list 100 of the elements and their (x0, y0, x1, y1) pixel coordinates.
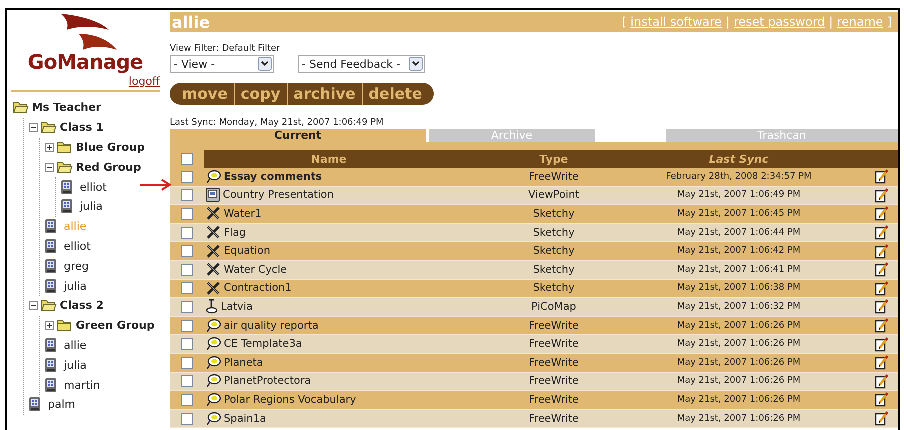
table-row[interactable]: Equation Sketchy May 21st, 2007 1:06:42 PM (170, 242, 898, 261)
column-header[interactable]: Type (540, 152, 568, 166)
expand-toggle[interactable] (45, 321, 54, 330)
edit-icon[interactable] (875, 374, 890, 389)
tab[interactable]: Current (170, 129, 426, 142)
edit-icon[interactable] (875, 262, 890, 278)
collapse-toggle[interactable] (29, 301, 38, 310)
file-name[interactable]: Latvia (221, 300, 253, 313)
checkbox[interactable] (181, 264, 193, 276)
table-row[interactable]: Planeta FreeWrite May 21st, 2007 1:06:26 PM (170, 354, 898, 373)
tree-label[interactable]: allie (64, 338, 87, 352)
action-button[interactable]: move (176, 83, 234, 105)
speech-bubble-icon (206, 374, 221, 388)
edit-icon[interactable] (875, 355, 890, 370)
collapse-toggle[interactable] (45, 162, 54, 172)
dropdown[interactable]: - Send Feedback - (298, 55, 425, 73)
edit-icon[interactable] (875, 336, 890, 352)
tree-label[interactable]: Green Group (76, 319, 155, 332)
folder-icon (57, 140, 73, 154)
checkbox[interactable] (181, 338, 193, 350)
table-row[interactable]: Flag Sketchy May 21st, 2007 1:06:44 PM (170, 224, 898, 242)
file-name[interactable]: Flag (224, 226, 246, 239)
column-header[interactable]: Name (311, 152, 347, 166)
dropdown[interactable]: - View - (170, 55, 274, 73)
collapse-toggle[interactable] (29, 123, 38, 132)
table-row[interactable]: PlanetProtectora FreeWrite May 21st, 2007 1:06:26 PM (170, 372, 898, 392)
file-name[interactable]: Water Cycle (224, 264, 288, 276)
file-name[interactable]: CE Template3a (224, 338, 302, 350)
tree-label[interactable]: julia (80, 200, 103, 214)
checkbox[interactable] (181, 170, 193, 183)
sync-date: May 21st, 2007 1:06:38 PM (677, 283, 801, 294)
tree-label[interactable]: julia (64, 358, 87, 372)
edit-icon[interactable] (875, 392, 890, 408)
checkbox[interactable] (181, 189, 193, 202)
checkbox[interactable] (181, 412, 193, 425)
table-row[interactable]: CE Template3a FreeWrite May 21st, 2007 1:06:26 PM (170, 335, 898, 354)
checkbox[interactable] (181, 282, 193, 294)
tree-label[interactable]: Blue Group (76, 140, 145, 154)
file-type: Sketchy (533, 208, 575, 220)
edit-icon[interactable] (875, 225, 890, 240)
table-row[interactable]: Water Cycle Sketchy May 21st, 2007 1:06:41 PM (170, 260, 898, 280)
table-row[interactable]: Latvia PiCoMap May 21st, 2007 1:06:32 PM (170, 298, 898, 317)
tree-label[interactable]: greg (64, 260, 90, 273)
tree-label[interactable]: palm (48, 398, 76, 412)
file-name[interactable]: Water1 (224, 208, 262, 220)
action-button[interactable]: archive (286, 83, 362, 105)
checkbox[interactable] (181, 226, 193, 239)
table-row[interactable]: Essay comments FreeWrite February 28th, 2008 2:34:57 PM (170, 168, 898, 187)
file-name[interactable]: PlanetProtectora (224, 375, 312, 388)
expand-toggle[interactable] (45, 142, 54, 152)
file-name[interactable]: Polar Regions Vocabulary (224, 394, 356, 406)
tree-label[interactable]: elliot (80, 180, 107, 194)
logoff-link[interactable]: logoff (128, 75, 160, 88)
table-row[interactable]: Polar Regions Vocabulary FreeWrite May 21st, 2007 1:06:26 PM (170, 391, 898, 410)
table-row[interactable]: Country Presentation ViewPoint May 21st, 2007 1:06:49 PM (170, 186, 898, 206)
edit-icon[interactable] (875, 206, 890, 222)
column-header[interactable]: Last Sync (709, 152, 769, 166)
file-name[interactable]: Contraction1 (224, 282, 292, 294)
tree-label[interactable]: Class 2 (60, 299, 104, 312)
edit-icon[interactable] (875, 318, 890, 334)
link-separator: | (829, 15, 834, 29)
file-type: FreeWrite (528, 356, 579, 369)
action-button[interactable]: delete (362, 83, 428, 105)
file-name[interactable]: air quality reporta (224, 320, 319, 332)
checkbox[interactable] (181, 300, 193, 313)
checkbox[interactable] (181, 208, 193, 220)
table-row[interactable]: Spain1a FreeWrite May 21st, 2007 1:06:26 PM (170, 410, 898, 428)
table-row[interactable]: air quality reporta FreeWrite May 21st, 2007 1:06:26 PM (170, 316, 898, 336)
file-name[interactable]: Planeta (224, 356, 264, 369)
checkbox[interactable] (181, 245, 193, 258)
bracket: ] (887, 15, 892, 29)
open-folder-icon (41, 121, 57, 134)
edit-icon[interactable] (875, 299, 890, 314)
tree-label[interactable]: elliot (64, 240, 91, 253)
tree-label[interactable]: Red Group (76, 160, 142, 174)
edit-icon[interactable] (875, 280, 890, 296)
checkbox[interactable] (181, 153, 193, 165)
edit-icon[interactable] (875, 188, 890, 203)
tree-label[interactable]: Ms Teacher (32, 101, 102, 114)
tree-label[interactable]: julia (64, 280, 87, 293)
tree-label[interactable]: Class 1 (60, 121, 104, 134)
sync-date: May 21st, 2007 1:06:26 PM (677, 358, 801, 368)
edit-icon[interactable] (875, 244, 890, 259)
checkbox[interactable] (181, 375, 193, 388)
file-name[interactable]: Essay comments (224, 170, 322, 183)
file-type: FreeWrite (528, 338, 579, 350)
file-name[interactable]: Equation (224, 245, 271, 258)
checkbox[interactable] (181, 356, 193, 369)
checkbox[interactable] (181, 320, 193, 332)
table-row[interactable]: Water1 Sketchy May 21st, 2007 1:06:45 PM (170, 205, 898, 224)
speech-bubble-icon (206, 412, 221, 426)
file-name[interactable]: Country Presentation (223, 189, 334, 202)
table-row[interactable]: Contraction1 Sketchy May 21st, 2007 1:06:38 PM (170, 280, 898, 298)
file-name[interactable]: Spain1a (224, 412, 266, 425)
checkbox[interactable] (181, 394, 193, 406)
handheld-icon (45, 278, 57, 294)
action-button[interactable]: copy (234, 83, 287, 105)
edit-icon[interactable] (875, 411, 890, 426)
tree-label[interactable]: martin (64, 378, 100, 392)
edit-icon[interactable] (875, 169, 890, 184)
